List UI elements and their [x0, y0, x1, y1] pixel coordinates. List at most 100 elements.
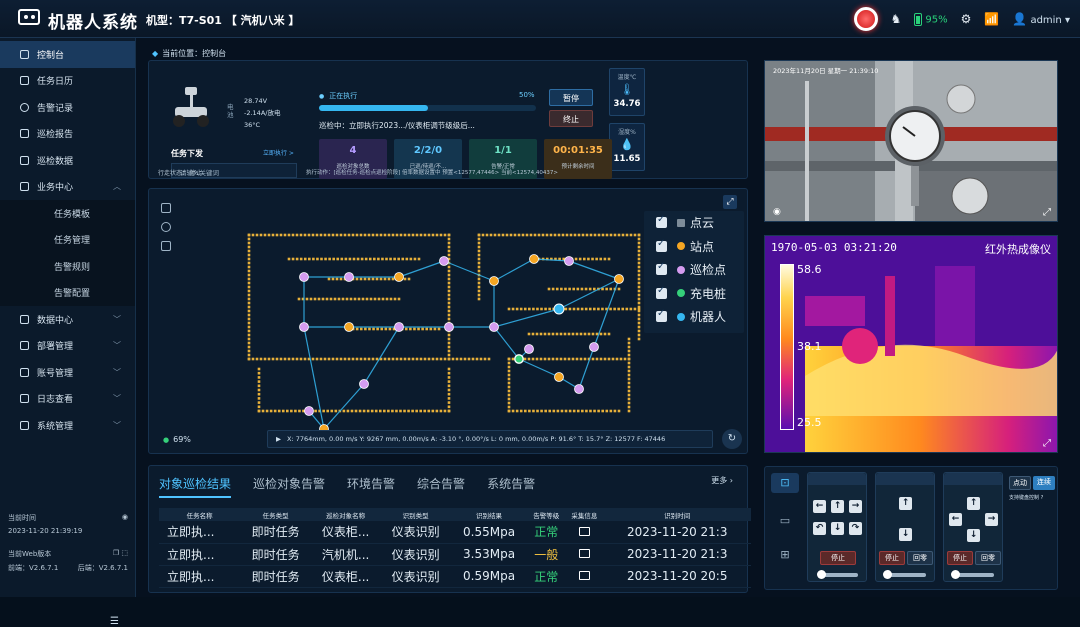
- sidebar-item-label: 部署管理: [37, 342, 74, 353]
- sidebar-subitem-alarm-rule[interactable]: 告警规则: [0, 253, 135, 280]
- point-cloud-dot: [377, 297, 381, 301]
- lift-stop-button[interactable]: 停止: [879, 551, 905, 565]
- point-cloud-dot: [572, 287, 576, 291]
- gimbal-down-button[interactable]: ↓: [967, 529, 980, 542]
- image-icon[interactable]: [565, 565, 604, 588]
- gamepad-icon[interactable]: ⊞: [771, 545, 799, 565]
- point-cloud-dot: [477, 253, 481, 257]
- tab-combined-alarms[interactable]: 综合告警: [417, 475, 465, 498]
- arrow-right-button[interactable]: →: [849, 500, 862, 513]
- tab-env-alarms[interactable]: 环境告警: [347, 475, 395, 498]
- sidebar-item-system[interactable]: 系统管理 ﹀: [0, 412, 135, 439]
- monitor-icon[interactable]: ▭: [771, 511, 799, 531]
- lift-up-button[interactable]: ↑: [899, 497, 912, 510]
- menu-collapse-icon[interactable]: ☰: [110, 616, 119, 627]
- map-node: [304, 406, 314, 416]
- point-cloud-dot: [627, 337, 631, 341]
- gimbal-up-button[interactable]: ↑: [967, 497, 980, 510]
- point-cloud-dot: [247, 241, 251, 245]
- sidebar-subitem-template[interactable]: 任务模板: [0, 200, 135, 227]
- jog-mode-button[interactable]: 点动: [1009, 476, 1031, 490]
- point-cloud-dot: [627, 357, 631, 361]
- arrow-up-button[interactable]: ↑: [831, 500, 844, 513]
- database-icon: [20, 314, 29, 324]
- user-menu[interactable]: 👤 admin ▾: [1012, 12, 1070, 26]
- fullscreen-icon[interactable]: ⤢: [1043, 438, 1051, 449]
- point-cloud-dot: [307, 233, 311, 237]
- gimbal-right-button[interactable]: →: [985, 513, 998, 526]
- table-row[interactable]: 立即执... 即时任务 仪表柜... 仪表识别 0.55Mpa 正常 2023-11-20 …: [159, 521, 751, 544]
- chassis-speed-slider[interactable]: [817, 570, 858, 579]
- refresh-icon[interactable]: ↻: [722, 429, 742, 449]
- continuous-mode-button[interactable]: 连续: [1033, 476, 1055, 490]
- sidebar-item-console[interactable]: 控制台: [0, 41, 135, 68]
- legend-inspection-point[interactable]: 巡检点: [644, 258, 744, 282]
- arrow-down-button[interactable]: ↓: [831, 522, 844, 535]
- robot-marker-icon: [677, 312, 685, 321]
- rotate-left-button[interactable]: ↶: [813, 522, 826, 535]
- table-row[interactable]: 立即执... 即时任务 汽机机... 仪表识别 3.53Mpa 一般 2023-11-20 …: [159, 543, 751, 566]
- fullscreen-icon[interactable]: ⤢: [1043, 207, 1051, 218]
- point-cloud-dot: [368, 257, 372, 261]
- point-cloud-dot: [423, 357, 427, 361]
- point-cloud-dot: [637, 233, 641, 237]
- emergency-stop-button[interactable]: [853, 7, 878, 31]
- point-cloud-dot: [247, 265, 251, 269]
- table-row[interactable]: 立即执... 即时任务 仪表柜... 仪表识别 0.59Mpa 正常 2023-11-20 …: [159, 565, 751, 588]
- gimbal-home-button[interactable]: 回零: [975, 551, 1001, 565]
- snapshot-icon[interactable]: ◉: [773, 207, 781, 217]
- tab-system-alarms[interactable]: 系统告警: [487, 475, 535, 498]
- point-cloud-dot: [435, 409, 439, 413]
- lift-speed-slider[interactable]: [883, 570, 926, 579]
- lift-home-button[interactable]: 回零: [907, 551, 933, 565]
- sidebar-item-deploy[interactable]: 部署管理 ﹀: [0, 333, 135, 360]
- vehicle-control-icon[interactable]: ⊡: [771, 473, 799, 493]
- lift-down-button[interactable]: ↓: [899, 528, 912, 541]
- image-icon[interactable]: [565, 543, 604, 566]
- sidebar-item-data-center[interactable]: 数据中心 ﹀: [0, 306, 135, 333]
- point-cloud-dot: [507, 381, 511, 385]
- thermal-camera-view[interactable]: 1970-05-03 03:21:20 红外热成像仪 58.6 38.1 25.…: [764, 235, 1058, 453]
- point-cloud-dot: [547, 357, 551, 361]
- point-cloud-dot: [419, 357, 423, 361]
- route-line: [568, 260, 620, 280]
- image-icon[interactable]: [565, 521, 604, 544]
- copy-icon[interactable]: ❐ ⬚: [113, 549, 128, 559]
- point-cloud-dot: [555, 287, 559, 291]
- point-cloud-dot: [553, 233, 557, 237]
- legend-station[interactable]: 站点: [644, 235, 744, 259]
- sidebar-item-alarms[interactable]: 告警记录: [0, 94, 135, 121]
- arrow-left-button[interactable]: ←: [813, 500, 826, 513]
- sidebar-item-accounts[interactable]: 账号管理 ﹀: [0, 359, 135, 386]
- chassis-stop-button[interactable]: 停止: [820, 551, 856, 565]
- point-cloud-dot: [467, 357, 471, 361]
- legend-point-cloud[interactable]: 点云: [644, 211, 744, 235]
- point-cloud-dot: [447, 317, 451, 321]
- legend-robot[interactable]: 机器人: [644, 305, 744, 329]
- keyboard-support-label: 支持键盘控制 ?: [1009, 494, 1043, 501]
- sidebar-subitem-alarm-config[interactable]: 告警配置: [0, 279, 135, 306]
- settings-icon[interactable]: ⚙: [961, 12, 972, 26]
- tab-object-results[interactable]: 对象巡检结果: [159, 475, 232, 498]
- more-link[interactable]: 更多 ›: [711, 475, 733, 486]
- point-cloud-dot: [291, 257, 295, 261]
- rotate-right-button[interactable]: ↷: [849, 522, 862, 535]
- sidebar-item-label: 账号管理: [37, 368, 74, 379]
- gimbal-stop-button[interactable]: 停止: [947, 551, 973, 565]
- tab-object-alarms[interactable]: 巡检对象告警: [253, 475, 325, 498]
- sidebar-item-logs[interactable]: 日志查看 ﹀: [0, 386, 135, 413]
- sidebar-item-data[interactable]: 巡检数据: [0, 147, 135, 174]
- legend-charger[interactable]: 充电桩: [644, 282, 744, 306]
- coordinate-values: X: 7764mm, 0.00 m/s Y: 9267 mm, 0.00m/s …: [287, 435, 666, 443]
- stop-button[interactable]: 终止: [549, 110, 593, 127]
- camera-view[interactable]: 2023年11月20日 星期一 21:39:10 ◉ ⤢: [764, 60, 1058, 222]
- help-icon[interactable]: ?: [1041, 495, 1044, 501]
- sidebar-item-business[interactable]: 业务中心 ︿: [0, 174, 135, 201]
- sidebar-item-reports[interactable]: 巡检报告: [0, 121, 135, 148]
- sidebar-subitem-task[interactable]: 任务管理: [0, 226, 135, 253]
- execute-now-link[interactable]: 立即执行 >: [263, 148, 294, 157]
- gimbal-speed-slider[interactable]: [951, 570, 994, 579]
- sidebar-item-calendar[interactable]: 任务日历: [0, 68, 135, 95]
- gimbal-left-button[interactable]: ←: [949, 513, 962, 526]
- pause-button[interactable]: 暂停: [549, 89, 593, 106]
